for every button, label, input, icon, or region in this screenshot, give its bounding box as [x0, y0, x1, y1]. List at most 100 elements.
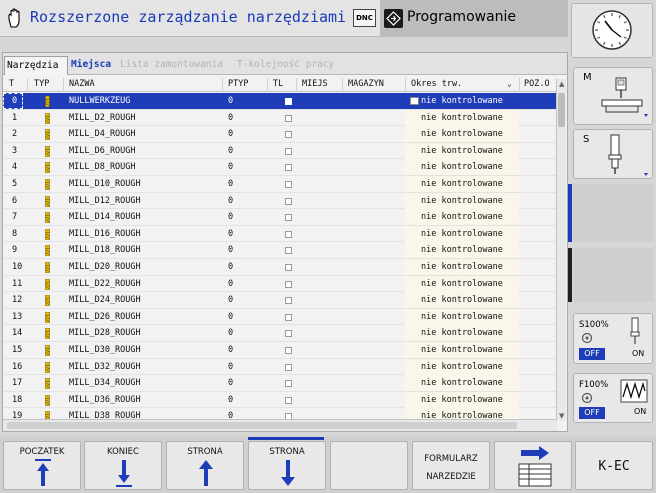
mill-tool-icon — [45, 411, 50, 419]
tl-checkbox[interactable] — [285, 396, 292, 404]
softkey-start[interactable]: POCZATEK — [3, 441, 81, 490]
tl-checkbox[interactable] — [285, 280, 292, 288]
tl-checkbox[interactable] — [285, 114, 292, 122]
tool-form-label-2: NARZEDZIE — [426, 472, 476, 482]
mill-tool-icon — [45, 378, 50, 390]
vertical-scrollbar[interactable]: ▲ ▼ — [556, 79, 566, 421]
tab-tools[interactable]: Narzędzia — [4, 56, 68, 75]
tool-number: 5 — [12, 179, 18, 189]
col-miejs[interactable]: MIEJS — [302, 79, 328, 89]
table-arrow-icon — [518, 446, 552, 487]
table-row[interactable]: 15 MILL_D30_ROUGH 0 nie kontrolowane — [3, 342, 557, 359]
table-row[interactable]: 17 MILL_D34_ROUGH 0 nie kontrolowane — [3, 375, 557, 392]
table-row[interactable]: 12 MILL_D24_ROUGH 0 nie kontrolowane — [3, 292, 557, 309]
tl-checkbox[interactable] — [285, 131, 292, 139]
tl-checkbox[interactable] — [285, 363, 292, 371]
table-row[interactable]: 18 MILL_D36_ROUGH 0 nie kontrolowane — [3, 391, 557, 409]
vertical-scroll-thumb[interactable] — [558, 93, 565, 127]
s-function-softkey[interactable]: S — [573, 129, 653, 179]
tool-name: MILL_D14_ROUGH — [69, 212, 141, 223]
tool-ptyp: 0 — [228, 262, 234, 272]
dnc-badge[interactable]: DNC — [353, 9, 376, 27]
spindle-off-button[interactable]: OFF — [579, 348, 605, 360]
table-row[interactable]: 2 MILL_D4_ROUGH 0 nie kontrolowane — [3, 126, 557, 143]
softkey-page-down[interactable]: STRONA — [248, 441, 326, 490]
column-header-row: T TYP NAZWA PTYP TL MIEJS MAGAZYN Okres … — [3, 78, 557, 92]
col-magazyn[interactable]: MAGAZYN — [348, 79, 384, 89]
softkey-empty[interactable] — [330, 441, 408, 490]
table-row[interactable]: 7 MILL_D14_ROUGH 0 nie kontrolowane — [3, 209, 557, 226]
tl-checkbox[interactable] — [285, 264, 292, 271]
feed-override-control[interactable]: F100% OFF ON — [573, 373, 653, 423]
softkey-kec[interactable]: K-EC — [575, 441, 653, 490]
tool-number: 14 — [12, 328, 23, 339]
tl-checkbox[interactable] — [285, 98, 292, 105]
col-okres[interactable]: Okres trw. — [411, 79, 462, 89]
table-row[interactable]: 5 MILL_D10_ROUGH 0 nie kontrolowane — [3, 176, 557, 193]
tl-checkbox[interactable] — [285, 181, 292, 188]
tl-checkbox[interactable] — [285, 247, 292, 255]
okres-checkbox[interactable] — [410, 97, 419, 105]
mode-header[interactable]: Programowanie — [380, 0, 568, 37]
table-row[interactable]: 14 MILL_D28_ROUGH 0 nie kontrolowane — [3, 325, 557, 342]
scroll-up-icon[interactable]: ▲ — [559, 80, 564, 88]
table-row[interactable]: 10 MILL_D20_ROUGH 0 nie kontrolowane — [3, 259, 557, 276]
table-row[interactable]: 13 MILL_D26_ROUGH 0 nie kontrolowane — [3, 308, 557, 326]
tool-name: MILL_D30_ROUGH — [69, 345, 141, 355]
horizontal-scrollbar[interactable] — [3, 419, 557, 431]
m-machine-icon — [601, 77, 648, 117]
tool-number: 3 — [12, 145, 18, 156]
softkey-page-up[interactable]: STRONA — [166, 441, 244, 490]
col-t[interactable]: T — [9, 79, 14, 89]
softkey-tool-form[interactable]: FORMULARZ NARZEDZIE — [412, 441, 490, 490]
tool-lifetime: nie kontrolowane — [421, 278, 503, 289]
tab-pockets[interactable]: Miejsca — [69, 56, 113, 75]
tl-checkbox[interactable] — [285, 313, 292, 321]
softkey-end[interactable]: KONIEC — [84, 441, 162, 490]
chevron-down-icon[interactable]: ⌄ — [507, 79, 512, 88]
tool-ptyp: 0 — [228, 162, 234, 173]
col-tl[interactable]: TL — [273, 79, 283, 89]
tl-checkbox[interactable] — [285, 297, 292, 305]
tl-checkbox[interactable] — [285, 330, 292, 338]
table-row[interactable]: 3 MILL_D6_ROUGH 0 nie kontrolowane — [3, 142, 557, 160]
table-row[interactable]: 19 MILL_D38_ROUGH 0 nie kontrolowane — [3, 408, 557, 419]
kec-label: K-EC — [598, 459, 630, 474]
tool-lifetime: nie kontrolowane — [421, 378, 503, 389]
table-row[interactable]: 6 MILL_D12_ROUGH 0 nie kontrolowane — [3, 192, 557, 210]
empty-side-softkey-1[interactable] — [573, 184, 653, 242]
softkey-export-table[interactable] — [494, 441, 572, 490]
tl-checkbox[interactable] — [285, 147, 292, 155]
table-row[interactable]: 0 NULLWERKZEUG 0 nie kontrolowane — [3, 93, 557, 110]
tl-checkbox[interactable] — [285, 164, 292, 172]
horizontal-scroll-thumb[interactable] — [7, 422, 517, 429]
table-row[interactable]: 16 MILL_D32_ROUGH 0 nie kontrolowane — [3, 358, 557, 376]
table-row[interactable]: 1 MILL_D2_ROUGH 0 nie kontrolowane — [3, 109, 557, 127]
feed-off-button[interactable]: OFF — [579, 407, 605, 419]
tool-number: 18 — [12, 394, 23, 405]
tool-table-body: 0 NULLWERKZEUG 0 nie kontrolowane 1 MILL_D2_R… — [3, 93, 557, 419]
table-row[interactable]: 8 MILL_D16_ROUGH 0 nie kontrolowane — [3, 225, 557, 243]
table-row[interactable]: 9 MILL_D18_ROUGH 0 nie kontrolowane — [3, 242, 557, 259]
spindle-override-control[interactable]: S100% OFF ON — [573, 313, 653, 364]
tool-ptyp: 0 — [228, 295, 234, 306]
col-typ[interactable]: TYP — [34, 79, 49, 89]
empty-side-softkey-2[interactable] — [573, 248, 653, 302]
scroll-down-icon[interactable]: ▼ — [559, 412, 564, 420]
mill-tool-icon — [45, 228, 50, 240]
col-ptyp[interactable]: PTYP — [228, 79, 248, 89]
tl-checkbox[interactable] — [285, 197, 292, 205]
tl-checkbox[interactable] — [285, 380, 292, 388]
tl-checkbox[interactable] — [285, 214, 292, 222]
col-nazwa[interactable]: NAZWA — [69, 79, 95, 89]
table-row[interactable]: 4 MILL_D8_ROUGH 0 nie kontrolowane — [3, 159, 557, 176]
tl-checkbox[interactable] — [285, 230, 292, 238]
m-function-softkey[interactable]: M — [573, 67, 653, 125]
header-bar: Rozszerzone zarządzanie narzędziami DNC — [0, 0, 380, 37]
col-poz[interactable]: POZ.O — [524, 79, 550, 89]
programming-mode-icon — [384, 9, 403, 28]
tool-lifetime: nie kontrolowane — [421, 112, 503, 123]
page-up-label: STRONA — [187, 447, 223, 457]
table-row[interactable]: 11 MILL_D22_ROUGH 0 nie kontrolowane — [3, 275, 557, 293]
tl-checkbox[interactable] — [285, 347, 292, 354]
